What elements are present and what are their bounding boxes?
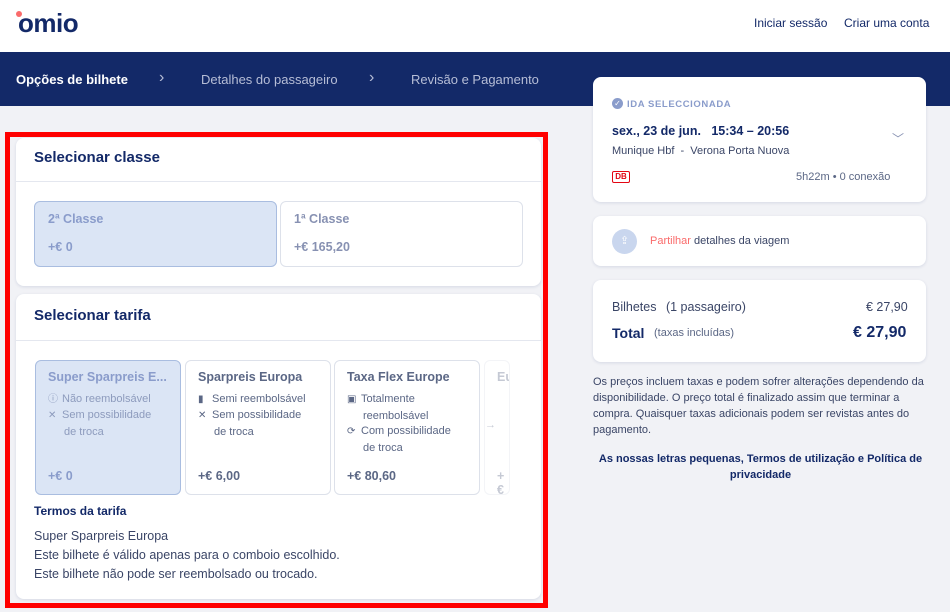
tariff-option-name: Super Sparpreis E... — [48, 370, 167, 384]
login-link[interactable]: Iniciar sessão — [754, 16, 827, 30]
tariff-option-price: +€ 6,00 — [198, 469, 241, 483]
divider — [16, 181, 541, 182]
chevron-right-icon: › — [159, 69, 165, 86]
tariff-option-super-sparpreis[interactable]: Super Sparpreis E... ⓘ Não reembolsável ✕… — [35, 360, 181, 495]
arrow-right-icon: → — [485, 419, 496, 431]
class-option-second[interactable]: 2ª Classe +€ 0 — [34, 201, 277, 267]
class-option-name: 1ª Classe — [294, 212, 350, 226]
tariff-option-sparpreis[interactable]: Sparpreis Europa ▮ Semi reembolsável ✕ Sem… — [185, 360, 331, 495]
fine-print-link[interactable]: As nossas letras pequenas — [599, 453, 741, 465]
class-section-title: Selecionar classe — [34, 149, 160, 166]
step-passenger-details[interactable]: Detalhes do passageiro — [201, 72, 338, 87]
tariff-terms-line: Este bilhete é válido apenas para o comb… — [34, 548, 340, 562]
tariff-section-title: Selecionar tarifa — [34, 307, 151, 324]
price-disclaimer: Os preços incluem taxas e podem sofrer a… — [593, 376, 924, 436]
tickets-price: € 27,90 — [866, 300, 908, 314]
tariff-option-price: +€ 0 — [48, 469, 73, 483]
tickets-label: Bilhetes (1 passageiro) — [612, 300, 746, 314]
check-icon: ✓ — [612, 98, 623, 109]
tariff-option-name: Sparpreis Europa — [198, 370, 303, 384]
tariff-feature-exchange: ✕ Sem possibilidade de troca — [48, 409, 152, 438]
close-icon: ✕ — [48, 410, 57, 421]
tariff-option-price: +€ 9 — [497, 469, 505, 495]
terms-of-use-link[interactable]: Termos de utilização — [747, 453, 855, 465]
tariff-terms-line: Super Sparpreis Europa — [34, 529, 169, 543]
tariff-feature-refund: ⓘ Não reembolsável — [48, 391, 178, 408]
tariff-feature-refund: ▣ Totalmente reembolsável — [347, 393, 429, 422]
tariff-option-name: Taxa Flex Europe — [347, 370, 450, 384]
omio-logo[interactable]: omio — [18, 8, 79, 39]
class-option-first[interactable]: 1ª Classe +€ 165,20 — [280, 201, 523, 267]
tariff-option-price: +€ 80,60 — [347, 469, 397, 483]
tariff-option-name: Euro — [497, 370, 509, 384]
tariff-feature-exchange: ✕ Sem possibilidade de troca — [198, 409, 302, 438]
divider — [16, 340, 541, 341]
chevron-right-icon: › — [369, 69, 375, 86]
total-note: (taxas incluídas) — [654, 327, 735, 339]
total-price: € 27,90 — [853, 324, 907, 341]
chevron-down-icon[interactable]: ﹀ — [892, 130, 904, 147]
selected-trip-card[interactable] — [593, 77, 926, 202]
trip-direction-label: IDA SELECCIONADA — [627, 99, 732, 110]
top-header: omio Iniciar sessão Criar uma conta — [0, 0, 950, 52]
tariff-option-partial[interactable]: Euro → +€ 9 — [484, 360, 510, 495]
trip-date-time: sex., 23 de jun. 15:34 – 20:56 — [612, 124, 790, 138]
share-link[interactable]: Partilhar — [650, 235, 691, 247]
db-carrier-logo: DB — [612, 171, 630, 183]
step-review-payment[interactable]: Revisão e Pagamento — [411, 72, 539, 87]
tariff-option-flex-europe[interactable]: Taxa Flex Europe ▣ Totalmente reembolsáve… — [334, 360, 480, 495]
tariff-terms-line: Este bilhete não pode ser reembolsado ou… — [34, 567, 318, 581]
class-option-price: +€ 165,20 — [294, 240, 350, 254]
exchange-icon: ⟳ — [347, 426, 356, 437]
tariff-feature-exchange: ⟳ Com possibilidade de troca — [347, 425, 451, 454]
price-summary-card — [593, 280, 926, 362]
total-label: Total — [612, 325, 645, 341]
partial-refund-icon: ▮ — [198, 394, 204, 405]
tariff-terms-title: Termos da tarifa — [34, 504, 127, 518]
step-ticket-options[interactable]: Opções de bilhete — [16, 72, 128, 87]
class-option-name: 2ª Classe — [48, 212, 104, 226]
trip-route: Munique Hbf - Verona Porta Nuova — [612, 145, 790, 157]
trip-duration: 5h22m • 0 conexão — [796, 171, 891, 183]
register-link[interactable]: Criar uma conta — [844, 16, 929, 30]
class-card: Selecionar classe 2ª Classe +€ 0 1ª Clas… — [16, 138, 541, 286]
share-trip-text: Partilhar detalhes da viagem — [650, 235, 790, 247]
info-icon: ⓘ — [48, 394, 58, 405]
close-icon: ✕ — [198, 410, 207, 421]
full-refund-icon: ▣ — [347, 394, 357, 405]
tariff-feature-refund: ▮ Semi reembolsável — [198, 391, 328, 408]
fine-print: As nossas letras pequenas, Termos de uti… — [598, 453, 923, 481]
class-option-price: +€ 0 — [48, 240, 73, 254]
share-icon[interactable]: ⇪ — [612, 229, 637, 254]
